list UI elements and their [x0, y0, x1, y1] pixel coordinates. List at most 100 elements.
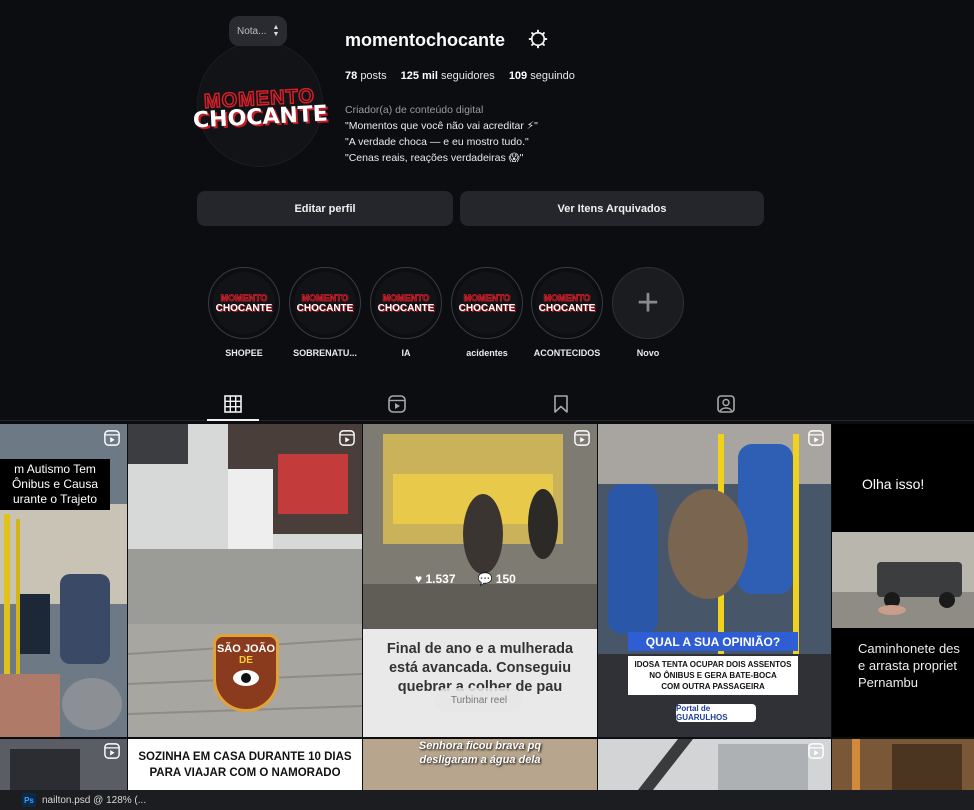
- highlight-logo-bottom: CHOCANTE: [377, 302, 435, 314]
- post-thumbnail: [832, 532, 974, 628]
- highlight-acidentes[interactable]: MOMENTO CHOCANTE acidentes: [451, 267, 523, 358]
- reels-icon: [388, 395, 406, 413]
- plus-icon: +: [636, 282, 660, 324]
- tab-saved[interactable]: [550, 393, 572, 415]
- highlight-label: ACONTECIDOS: [533, 348, 601, 358]
- highlight-label: acidentes: [466, 348, 508, 358]
- highlight-logo-bottom: CHOCANTE: [458, 302, 516, 314]
- tab-reels[interactable]: [386, 393, 408, 415]
- post-thumbnail: [832, 739, 974, 790]
- posts-count: 78: [345, 70, 358, 82]
- likes-count: 1.537: [425, 572, 456, 586]
- tab-tagged[interactable]: [715, 393, 737, 415]
- highlight-label: IA: [401, 348, 411, 358]
- highlight-cover: MOMENTO CHOCANTE: [456, 272, 518, 334]
- following-stat[interactable]: 109 seguindo: [509, 70, 575, 82]
- post-bottom-text: Caminhonete des e arrasta propriet Perna…: [858, 641, 960, 690]
- taskbar-window-title[interactable]: nailton.psd @ 128% (...: [42, 795, 146, 806]
- comments-stat: 💬 150: [478, 572, 516, 586]
- post-tile[interactable]: [0, 739, 127, 790]
- heart-icon: ♥: [415, 572, 423, 586]
- eye-icon: [233, 670, 259, 686]
- bio-line: "Cenas reais, reações verdadeiras 😱": [345, 152, 524, 164]
- tab-posts[interactable]: [222, 393, 244, 415]
- profile-username: momentochocante: [345, 30, 506, 50]
- profile-bio: Criador(a) de conteúdo digital "Momentos…: [345, 102, 538, 166]
- highlight-logo-bottom: CHOCANTE: [296, 302, 354, 314]
- followers-stat[interactable]: 125 mil seguidores: [401, 70, 495, 82]
- highlight-logo-bottom: CHOCANTE: [215, 302, 273, 314]
- archived-items-button[interactable]: Ver Itens Arquivados: [460, 191, 764, 226]
- post-tile[interactable]: SÃO JOÃO DE: [128, 424, 362, 737]
- post-thumbnail: [598, 739, 831, 790]
- post-tile[interactable]: SOZINHA EM CASA DURANTE 10 DIAS PARA VIA…: [128, 739, 362, 790]
- reel-badge-icon: [104, 743, 120, 759]
- tabs-divider: [0, 420, 974, 421]
- bookmark-icon: [554, 395, 568, 413]
- highlight-ia[interactable]: MOMENTO CHOCANTE IA: [370, 267, 442, 358]
- badge-subtitle: DE: [239, 655, 253, 666]
- highlight-sobrenatural[interactable]: MOMENTO CHOCANTE SOBRENATU...: [289, 267, 361, 358]
- bio-line: "Momentos que você não vai acreditar ⚡": [345, 120, 538, 132]
- brand-logo: Portal de GUARULHOS: [676, 704, 756, 722]
- post-tile[interactable]: m Autismo Tem Ônibus e Causa urante o Tr…: [0, 424, 127, 737]
- post-caption: Senhora ficou brava pq desligaram a água…: [418, 740, 542, 766]
- note-bubble[interactable]: Nota... ▲ ▼: [229, 16, 288, 46]
- highlight-logo-top: MOMENTO: [543, 292, 591, 303]
- badge-title: SÃO JOÃO: [216, 643, 276, 655]
- post-tile[interactable]: [598, 739, 831, 790]
- grid-icon: [224, 395, 242, 413]
- opinion-headline: QUAL A SUA OPINIÃO?: [628, 632, 798, 651]
- boost-reel-button[interactable]: Turbinar reel: [435, 688, 523, 712]
- post-tile[interactable]: [832, 739, 974, 790]
- highlight-acontecidos[interactable]: MOMENTO CHOCANTE ACONTECIDOS: [531, 267, 603, 358]
- post-tile[interactable]: QUAL A SUA OPINIÃO? IDOSA TENTA OCUPAR D…: [598, 424, 831, 737]
- highlight-logo-bottom: CHOCANTE: [538, 302, 596, 314]
- posts-stat[interactable]: 78 posts: [345, 70, 387, 82]
- profile-category: Criador(a) de conteúdo digital: [345, 104, 484, 116]
- post-tile[interactable]: Olha isso! Caminhonete des e arrasta pro…: [832, 424, 974, 737]
- post-tile[interactable]: Senhora ficou brava pq desligaram a água…: [363, 739, 597, 790]
- highlight-cover: MOMENTO CHOCANTE: [536, 272, 598, 334]
- settings-gear-icon[interactable]: [528, 29, 548, 49]
- reel-badge-icon: [808, 430, 824, 446]
- bio-line: "A verdade choca — e eu mostro tudo.": [345, 136, 529, 148]
- reel-badge-icon: [104, 430, 120, 446]
- highlight-cover: MOMENTO CHOCANTE: [375, 272, 437, 334]
- photoshop-icon[interactable]: Ps: [22, 793, 36, 807]
- highlight-cover: MOMENTO CHOCANTE: [213, 272, 275, 334]
- posts-label: posts: [360, 70, 387, 82]
- post-tile[interactable]: ♥ 1.537 💬 150 Final de ano e a mulherada…: [363, 424, 597, 737]
- highlight-label: SHOPEE: [225, 348, 263, 358]
- followers-count: 125 mil: [400, 70, 438, 82]
- post-caption: SOZINHA EM CASA DURANTE 10 DIAS PARA VIA…: [138, 751, 352, 779]
- reel-badge-icon: [339, 430, 355, 446]
- reel-badge-icon: [574, 430, 590, 446]
- new-highlight-button[interactable]: + Novo: [612, 267, 684, 358]
- post-top-text: Olha isso!: [862, 476, 925, 492]
- active-tab-indicator: [207, 419, 259, 421]
- highlight-cover: MOMENTO CHOCANTE: [294, 272, 356, 334]
- profile-stats: 78 posts 125 mil seguidores 109 seguindo: [345, 70, 575, 82]
- post-stats-overlay: ♥ 1.537 💬 150: [415, 572, 516, 586]
- highlight-label: SOBRENATU...: [293, 348, 357, 358]
- sao-joao-badge: SÃO JOÃO DE: [213, 634, 279, 712]
- likes-stat: ♥ 1.537: [415, 572, 456, 586]
- reel-badge-icon: [808, 743, 824, 759]
- note-arrows-icon: ▲ ▼: [272, 24, 280, 38]
- opinion-subtext: IDOSA TENTA OCUPAR DOIS ASSENTOS NO ÔNIB…: [628, 656, 798, 695]
- followers-label: seguidores: [440, 70, 495, 82]
- tagged-icon: [717, 395, 735, 413]
- comment-icon: 💬: [477, 572, 493, 586]
- highlight-logo-top: MOMENTO: [382, 292, 430, 303]
- edit-profile-button[interactable]: Editar perfil: [197, 191, 453, 226]
- note-label: Nota...: [237, 25, 267, 37]
- post-caption: m Autismo Tem Ônibus e Causa urante o Tr…: [0, 459, 110, 510]
- comments-count: 150: [495, 572, 516, 586]
- profile-avatar[interactable]: MOMENTO CHOCANTE: [192, 42, 328, 166]
- following-label: seguindo: [530, 70, 575, 82]
- highlight-logo-top: MOMENTO: [463, 292, 511, 303]
- highlight-shopee[interactable]: MOMENTO CHOCANTE SHOPEE: [208, 267, 280, 358]
- taskbar: Ps nailton.psd @ 128% (...: [0, 790, 974, 810]
- highlight-logo-top: MOMENTO: [220, 292, 268, 303]
